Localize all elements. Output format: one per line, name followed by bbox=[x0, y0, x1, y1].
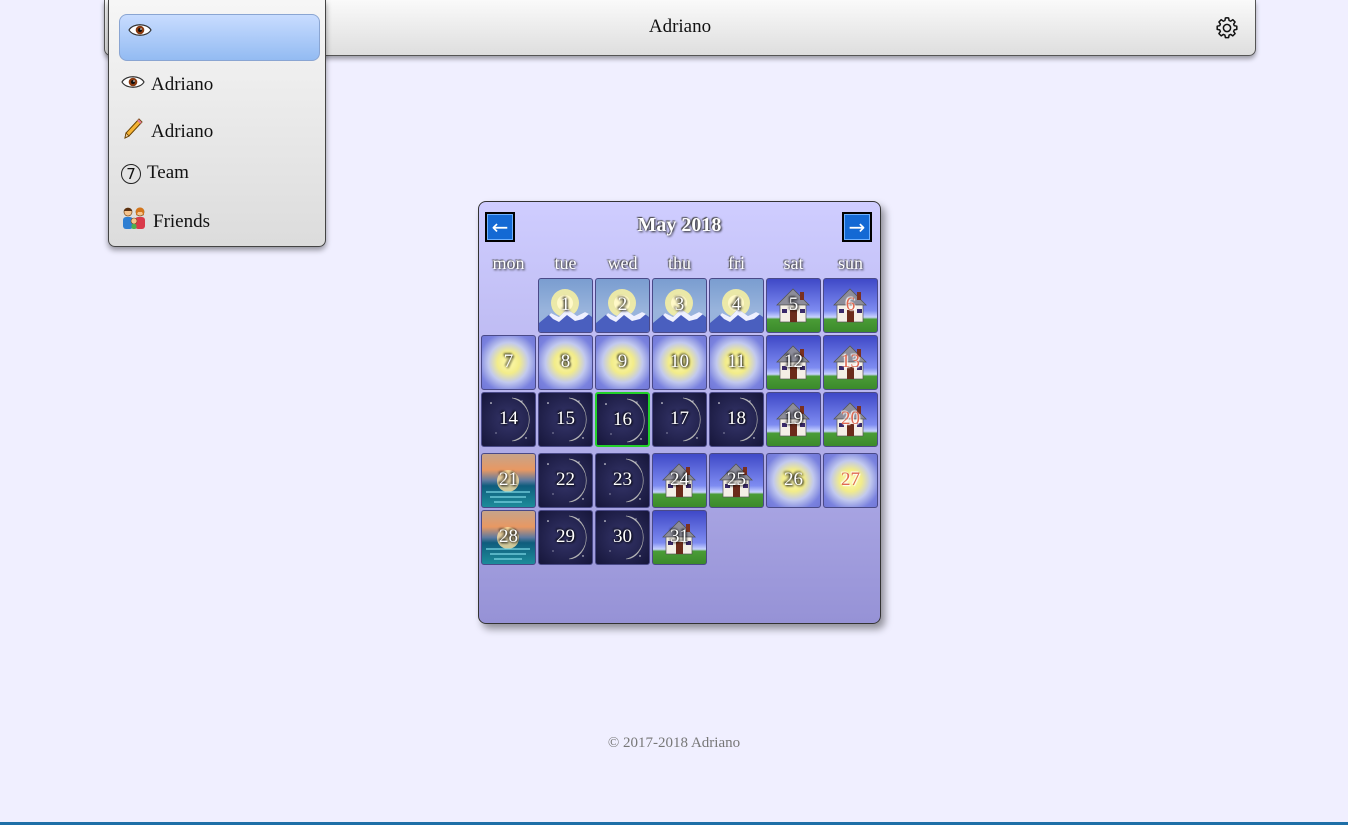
menu-item-label: Adriano bbox=[151, 120, 214, 142]
menu-item-label: Team bbox=[147, 162, 189, 183]
calendar-day-number: 9 bbox=[617, 351, 628, 372]
calendar-day[interactable]: 28 bbox=[481, 510, 536, 565]
calendar-day[interactable]: 11 bbox=[709, 335, 764, 390]
weekday-header: wed bbox=[607, 253, 638, 273]
eye-icon bbox=[121, 72, 145, 100]
calendar-day-number: 22 bbox=[556, 469, 575, 490]
calendar-widget: ← May 2018 → mon tue wed thu fri sat sun… bbox=[478, 201, 881, 624]
calendar-day[interactable]: 19 bbox=[766, 392, 821, 447]
calendar-day-number: 20 bbox=[841, 408, 860, 429]
calendar-day[interactable]: 4 bbox=[709, 278, 764, 333]
calendar-day[interactable]: 20 bbox=[823, 392, 878, 447]
calendar-day-number: 26 bbox=[784, 469, 803, 490]
calendar-day[interactable]: 12 bbox=[766, 335, 821, 390]
calendar-day[interactable]: 31 bbox=[652, 510, 707, 565]
calendar-day[interactable]: 5 bbox=[766, 278, 821, 333]
calendar-day-number: 7 bbox=[503, 351, 514, 372]
calendar-day[interactable]: 1 bbox=[538, 278, 593, 333]
calendar-day-number: 31 bbox=[670, 526, 689, 547]
calendar-day[interactable]: 13 bbox=[823, 335, 878, 390]
view-menu-dropdown: Adriano Adriano 7 Team Friends bbox=[108, 0, 326, 247]
calendar-day[interactable]: 3 bbox=[652, 278, 707, 333]
calendar-day[interactable]: 22 bbox=[538, 453, 593, 508]
next-month-button[interactable]: → bbox=[842, 212, 872, 242]
calendar-day-number: 23 bbox=[613, 469, 632, 490]
calendar-day[interactable]: 18 bbox=[709, 392, 764, 447]
calendar-day[interactable]: 23 bbox=[595, 453, 650, 508]
calendar-day-number: 1 bbox=[560, 294, 571, 315]
weekday-header: sat bbox=[783, 253, 804, 273]
calendar-day[interactable]: 25 bbox=[709, 453, 764, 508]
calendar-day-number: 15 bbox=[556, 408, 575, 429]
calendar-day-number: 18 bbox=[727, 408, 746, 429]
menu-item-view-adriano[interactable]: Adriano bbox=[121, 71, 213, 99]
calendar-day-number: 29 bbox=[556, 526, 575, 547]
family-icon bbox=[121, 206, 147, 239]
calendar-day-number: 30 bbox=[613, 526, 632, 547]
calendar-day-number: 10 bbox=[670, 351, 689, 372]
calendar-day-today[interactable]: 16 bbox=[595, 392, 650, 447]
calendar-day-number: 25 bbox=[727, 469, 746, 490]
menu-item-label: Adriano bbox=[151, 74, 214, 95]
calendar-day-number: 24 bbox=[670, 469, 689, 490]
calendar-day[interactable]: 8 bbox=[538, 335, 593, 390]
calendar-day[interactable]: 15 bbox=[538, 392, 593, 447]
calendar-day[interactable]: 29 bbox=[538, 510, 593, 565]
calendar-day-number: 17 bbox=[670, 408, 689, 429]
calendar-day[interactable]: 6 bbox=[823, 278, 878, 333]
circled-7-icon: 7 bbox=[121, 163, 141, 184]
calendar-day-number: 6 bbox=[845, 294, 856, 315]
calendar-day-number: 13 bbox=[841, 351, 860, 372]
calendar-day[interactable]: 27 bbox=[823, 453, 878, 508]
calendar-day-number: 11 bbox=[727, 351, 746, 372]
weekday-header: thu bbox=[667, 253, 691, 273]
gear-icon[interactable] bbox=[1215, 16, 1239, 40]
calendar-day-number: 8 bbox=[560, 351, 571, 372]
calendar-day-number: 21 bbox=[499, 469, 518, 490]
weekday-header: sun bbox=[837, 253, 863, 273]
menu-selected-item[interactable] bbox=[119, 14, 320, 61]
menu-item-edit-adriano[interactable]: Adriano bbox=[121, 116, 213, 144]
calendar-day[interactable]: 30 bbox=[595, 510, 650, 565]
calendar-day-number: 2 bbox=[617, 294, 628, 315]
calendar-day[interactable]: 17 bbox=[652, 392, 707, 447]
calendar-day-number: 28 bbox=[499, 526, 518, 547]
calendar-day[interactable]: 7 bbox=[481, 335, 536, 390]
calendar-day[interactable]: 14 bbox=[481, 392, 536, 447]
footer-copyright: © 2017-2018 Adriano bbox=[607, 735, 741, 751]
calendar-day-number: 19 bbox=[784, 408, 803, 429]
calendar-day-number: 12 bbox=[784, 351, 803, 372]
pencil-icon bbox=[121, 116, 145, 149]
menu-item-team[interactable]: 7 Team bbox=[121, 159, 189, 187]
calendar-day-number: 27 bbox=[841, 469, 860, 490]
calendar-month-title: May 2018 bbox=[637, 214, 722, 236]
calendar-day[interactable]: 2 bbox=[595, 278, 650, 333]
calendar-day-number: 5 bbox=[788, 294, 799, 315]
calendar-day-number: 14 bbox=[499, 408, 518, 429]
eye-icon bbox=[128, 21, 152, 44]
menu-item-friends[interactable]: Friends bbox=[121, 206, 210, 234]
calendar-day-number: 4 bbox=[731, 294, 742, 315]
calendar-day[interactable]: 24 bbox=[652, 453, 707, 508]
weekday-header: fri bbox=[728, 253, 745, 273]
weekday-header: mon bbox=[492, 253, 525, 273]
calendar-day[interactable]: 9 bbox=[595, 335, 650, 390]
calendar-day-number: 16 bbox=[613, 409, 632, 430]
calendar-day[interactable]: 21 bbox=[481, 453, 536, 508]
menu-item-label: Friends bbox=[153, 210, 210, 232]
calendar-day-number: 3 bbox=[674, 294, 685, 315]
calendar-day[interactable]: 26 bbox=[766, 453, 821, 508]
weekday-header: tue bbox=[554, 253, 577, 273]
calendar-day[interactable]: 10 bbox=[652, 335, 707, 390]
